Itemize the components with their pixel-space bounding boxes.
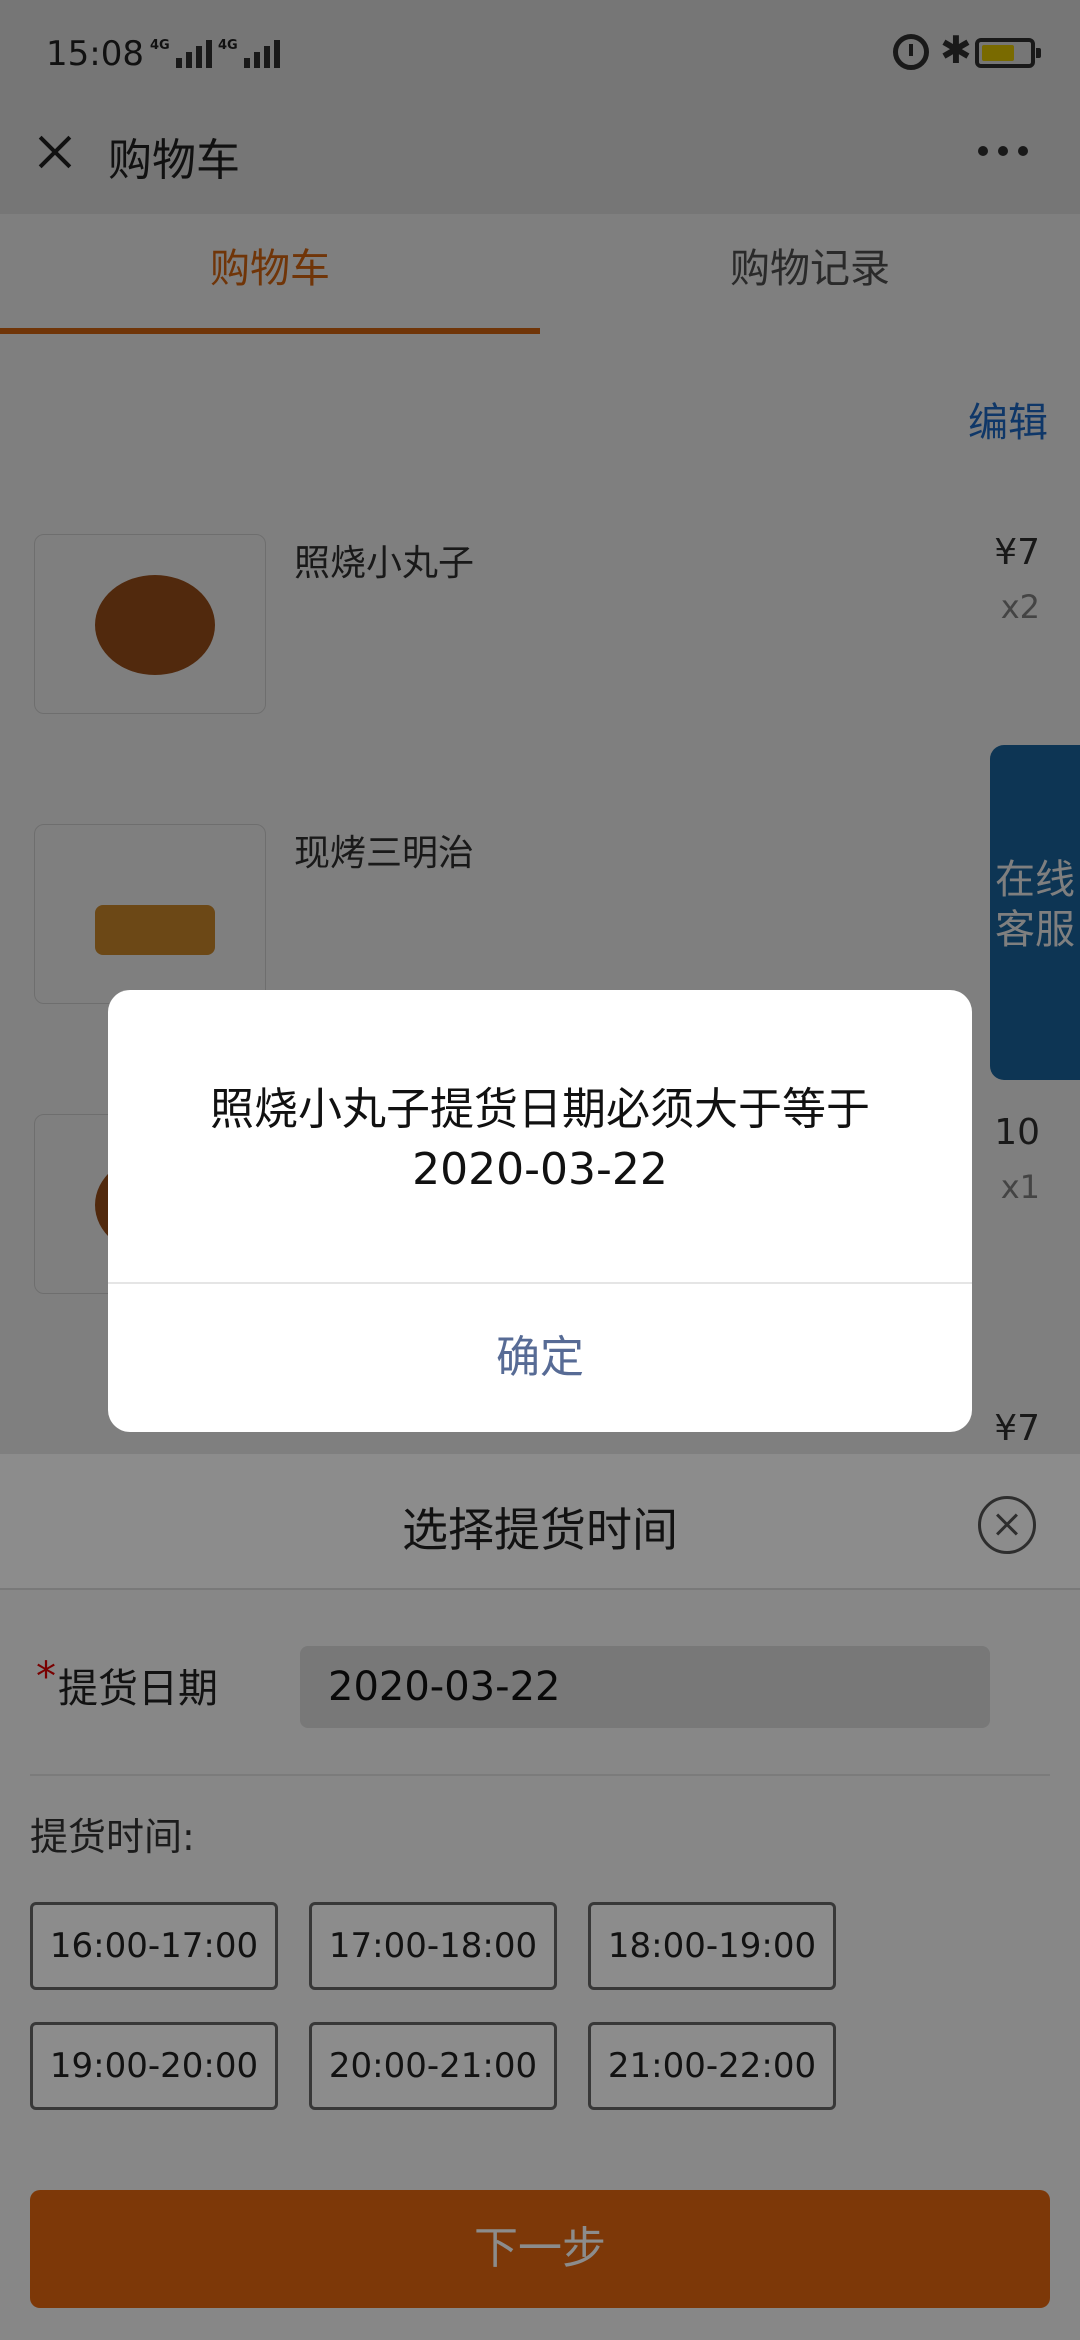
alert-dialog: 照烧小丸子提货日期必须大于等于2020-03-22 确定 (108, 990, 972, 1432)
pickup-time-sheet: 选择提货时间 * 提货日期 2020-03-22 提货时间: 16:00-17:… (0, 1454, 1080, 2340)
confirm-button[interactable]: 确定 (108, 1284, 972, 1432)
alert-message: 照烧小丸子提货日期必须大于等于2020-03-22 (210, 1084, 870, 1195)
sheet-dim-overlay (0, 1454, 1080, 2340)
